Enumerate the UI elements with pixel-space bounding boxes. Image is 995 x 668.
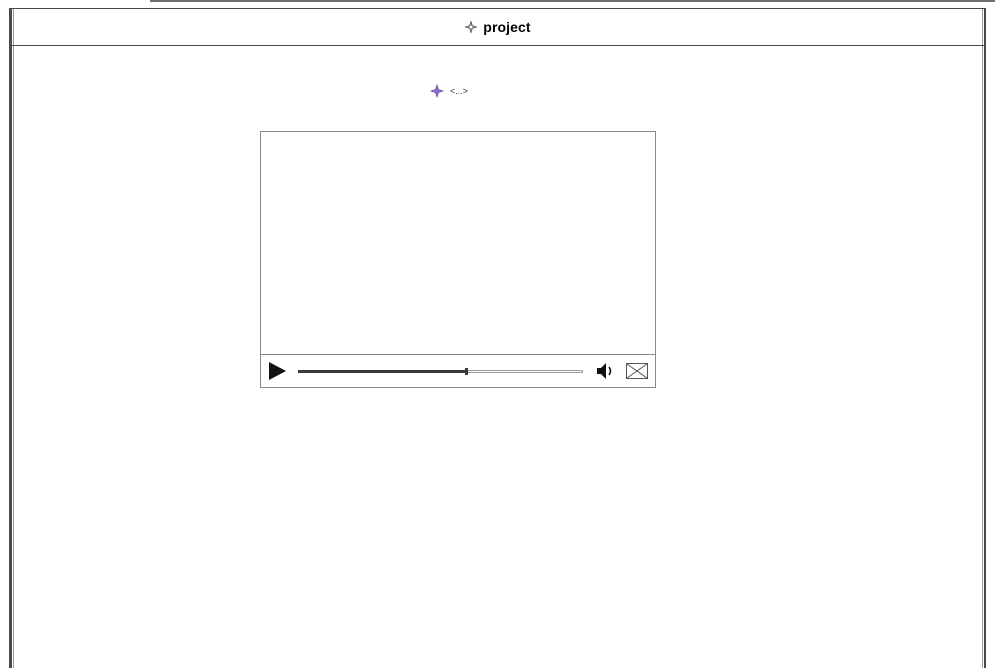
video-player[interactable] [260, 131, 656, 388]
top-edge-divider [150, 0, 995, 2]
sparkle-star-icon [430, 84, 444, 98]
seek-bar[interactable] [298, 368, 583, 375]
seek-handle[interactable] [465, 368, 468, 375]
play-icon[interactable] [269, 362, 286, 380]
diamond-star-icon [465, 21, 478, 33]
project-titlebar[interactable]: project [12, 9, 984, 46]
child-element-item[interactable]: <...> [430, 84, 468, 98]
child-element-label: <...> [450, 86, 469, 96]
video-screen[interactable] [261, 132, 655, 355]
seek-progress [298, 370, 466, 373]
video-controls [261, 354, 655, 387]
fullscreen-icon[interactable] [626, 363, 648, 379]
volume-icon[interactable] [596, 362, 616, 380]
project-title: project [483, 19, 531, 35]
